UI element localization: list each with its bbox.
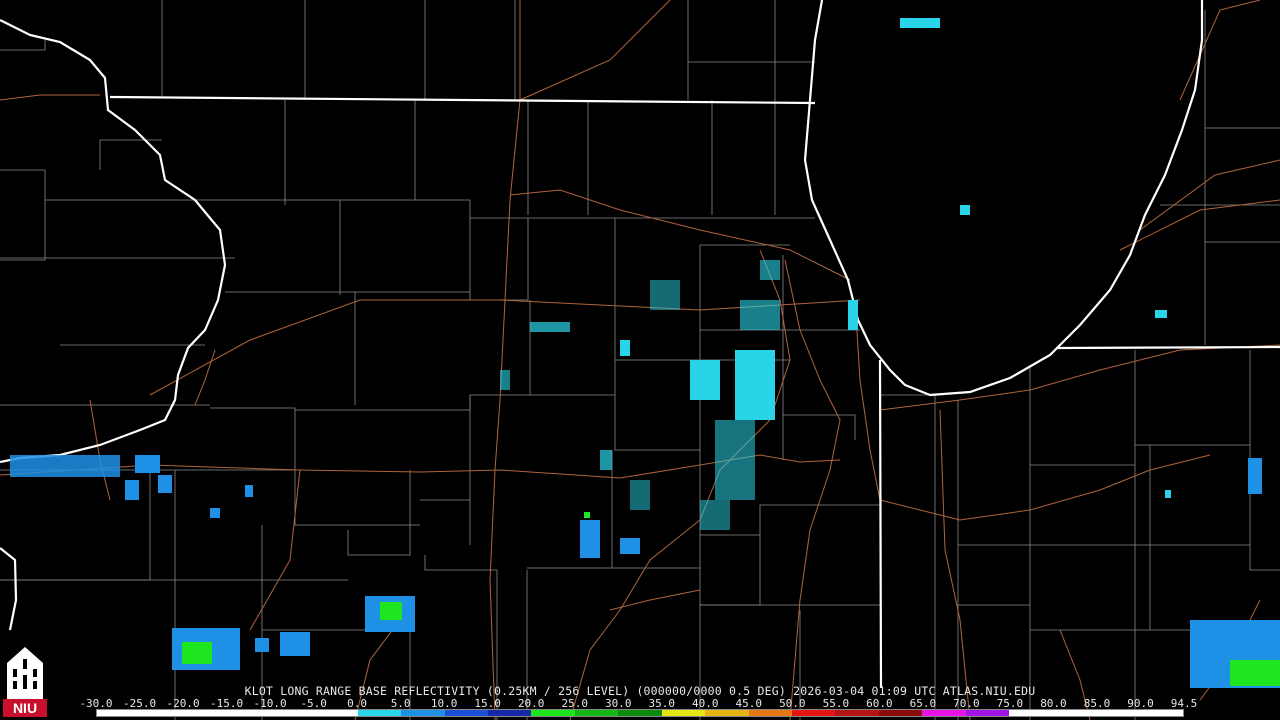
colorbar-tick-labels: -30.0 -25.0 -20.0 -15.0 -10.0 -5.0 0.0 5.0 10.0 1…: [79, 697, 1197, 710]
niu-logo-text: NIU: [13, 700, 37, 716]
colorbar-segment: [878, 710, 923, 716]
colorbar-segment: [705, 710, 749, 716]
colorbar-segment: [227, 710, 271, 716]
colorbar-segment: [748, 710, 792, 716]
colorbar-segment: [965, 710, 1010, 716]
colorbar-segment: [270, 710, 315, 716]
colorbar-segment: [97, 710, 141, 716]
colorbar-segment: [401, 710, 445, 716]
product-caption: KLOT LONG RANGE BASE REFLECTIVITY (0.25K…: [244, 684, 1036, 698]
colorbar-segment: [1096, 710, 1140, 716]
colorbar-segment: [1139, 710, 1183, 716]
colorbar-segment: [314, 710, 358, 716]
niu-logo: NIU: [3, 647, 47, 717]
colorbar-segment: [618, 710, 662, 716]
colorbar-segment: [792, 710, 836, 716]
radar-map: [0, 0, 1280, 720]
colorbar-segment: [922, 710, 966, 716]
colorbar-segment: [1009, 710, 1053, 716]
colorbar-segment: [661, 710, 706, 716]
colorbar-segment: [835, 710, 879, 716]
reflectivity-colorbar: [96, 709, 1184, 717]
colorbar-segment: [357, 710, 402, 716]
colorbar-segment: [574, 710, 619, 716]
colorbar-segment: [444, 710, 488, 716]
colorbar-segment: [1052, 710, 1097, 716]
colorbar-segment: [531, 710, 575, 716]
colorbar-segment: [140, 710, 184, 716]
colorbar-segment: [487, 710, 532, 716]
colorbar-segment: [183, 710, 228, 716]
